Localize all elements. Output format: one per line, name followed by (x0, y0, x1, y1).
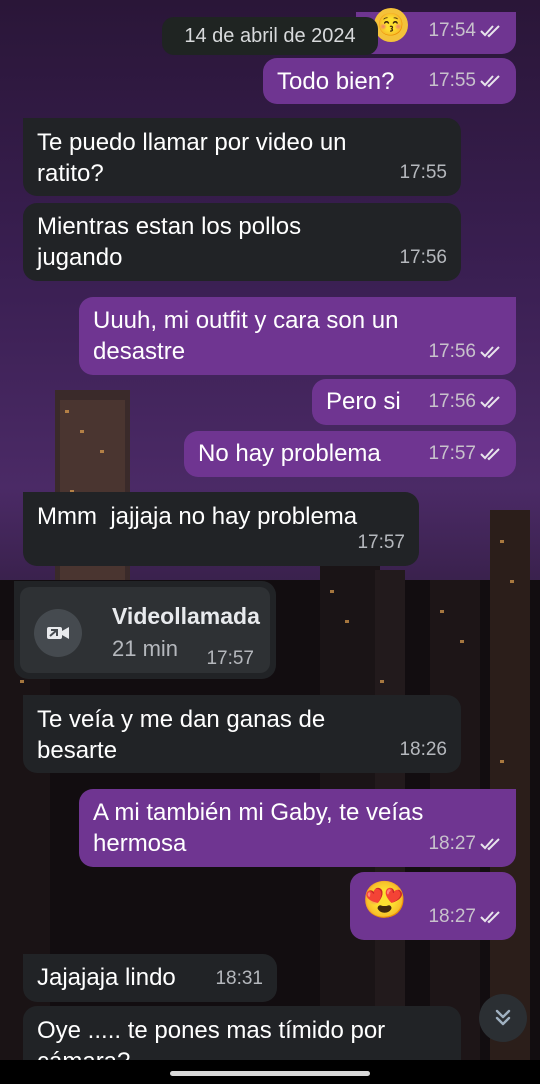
scroll-to-bottom-button[interactable] (479, 994, 527, 1042)
message-time: 18:26 (399, 739, 447, 760)
message-meta: 17:57 (357, 527, 405, 558)
date-separator: 14 de abril de 2024 (162, 17, 378, 55)
message-meta: 17:57 (428, 438, 502, 469)
message-time: 17:55 (428, 70, 476, 91)
message-time: 18:27 (428, 833, 476, 854)
double-check-icon (480, 837, 500, 850)
message-text: Uuuh, mi outfit y cara son un desastre (93, 307, 399, 365)
message-time: 17:56 (428, 391, 476, 412)
message-time: 17:55 (399, 162, 447, 183)
message-meta: 18:26 (399, 734, 447, 765)
double-check-icon (480, 74, 500, 87)
message-text: Oye ..... te pones mas tímido por cámara… (37, 1017, 386, 1062)
message-incoming[interactable]: Mmm jajjaja no hay problema 17:57 (23, 492, 419, 566)
message-text: Te puedo llamar por video un ratito? (37, 129, 347, 187)
message-meta: 18:27 (428, 901, 502, 932)
message-time: 17:57 (428, 443, 476, 464)
double-check-icon (480, 910, 500, 923)
message-meta: 17:55 (428, 65, 502, 96)
video-call-bubble[interactable]: Videollamada 21 min 17:57 (14, 581, 276, 679)
message-incoming[interactable]: Oye ..... te pones mas tímido por cámara… (23, 1006, 461, 1062)
message-meta: 17:55 (399, 157, 447, 188)
message-time: 17:56 (428, 341, 476, 362)
message-time: 17:54 (428, 20, 476, 41)
video-call-icon (34, 609, 82, 657)
message-meta: 17:56 (428, 386, 502, 417)
video-call-time: 17:57 (206, 648, 254, 669)
message-outgoing[interactable]: Pero si 17:56 (312, 379, 516, 425)
home-indicator[interactable] (170, 1071, 370, 1076)
message-text: Mientras estan los pollos jugando (37, 213, 302, 271)
message-text: Te veía y me dan ganas de besarte (37, 706, 326, 764)
message-meta: 18:31 (215, 963, 263, 994)
double-chevron-down-icon (495, 1009, 511, 1026)
message-outgoing[interactable]: 😍 18:27 (350, 872, 516, 940)
double-check-icon (480, 345, 500, 358)
message-outgoing[interactable]: No hay problema 17:57 (184, 431, 516, 477)
message-time: 18:31 (215, 968, 263, 989)
message-meta: 18:27 (428, 828, 502, 859)
message-meta: 17:54 (428, 15, 502, 46)
message-time: 17:57 (357, 532, 405, 553)
reaction-emoji: 😚 (374, 8, 408, 42)
message-incoming[interactable]: Jajajaja lindo 18:31 (23, 954, 277, 1002)
video-call-title: Videollamada (112, 603, 260, 629)
message-meta: 17:56 (428, 336, 502, 367)
double-check-icon (480, 395, 500, 408)
video-call-card: Videollamada 21 min 17:57 (20, 587, 270, 673)
message-time: 18:27 (428, 906, 476, 927)
message-meta: 17:56 (399, 242, 447, 273)
double-check-icon (480, 447, 500, 460)
message-incoming[interactable]: Te puedo llamar por video un ratito? 17:… (23, 118, 461, 196)
video-call-duration: 21 min (112, 636, 179, 661)
message-outgoing[interactable]: A mi también mi Gaby, te veías hermosa 1… (79, 789, 516, 867)
message-incoming[interactable]: Te veía y me dan ganas de besarte 18:26 (23, 695, 461, 773)
message-time: 17:56 (399, 247, 447, 268)
message-outgoing[interactable]: Uuuh, mi outfit y cara son un desastre 1… (79, 297, 516, 375)
message-outgoing[interactable]: Todo bien? 17:55 (263, 58, 516, 104)
message-incoming[interactable]: Mientras estan los pollos jugando 17:56 (23, 203, 461, 281)
double-check-icon (480, 24, 500, 37)
